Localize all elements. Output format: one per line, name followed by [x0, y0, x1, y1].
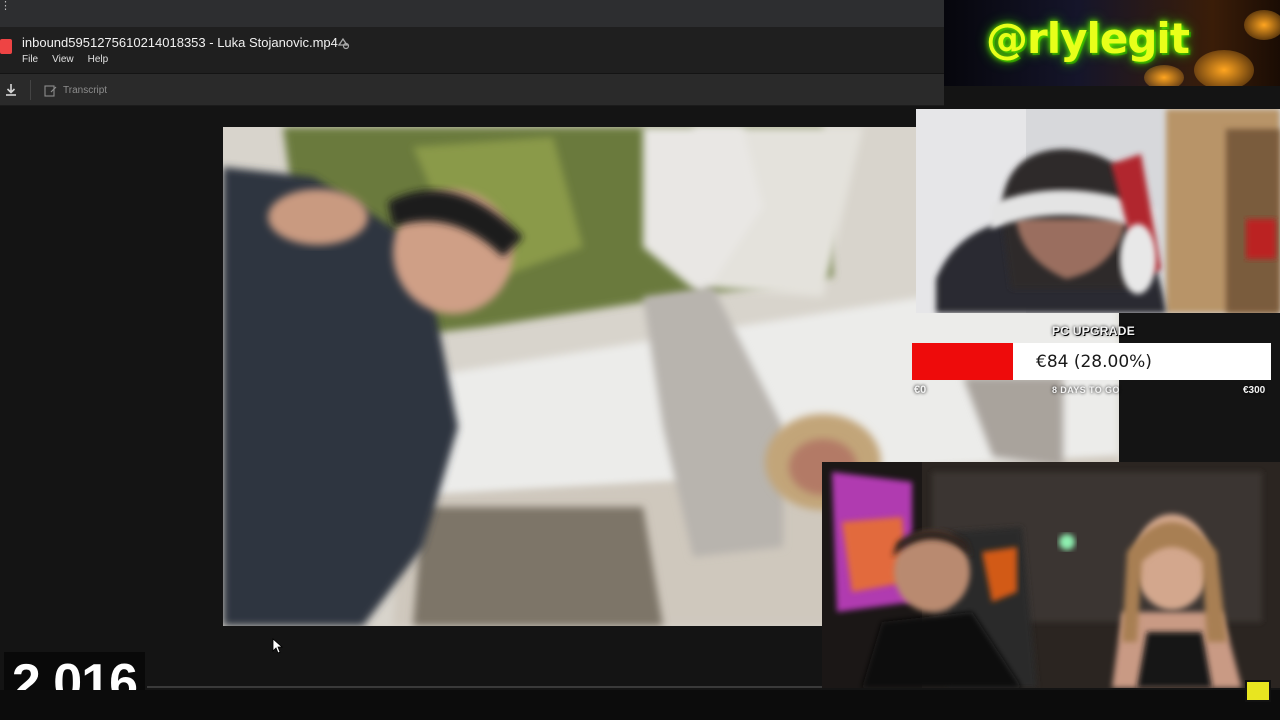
- webcam-guests: [822, 462, 1280, 688]
- transcript-label: Transcript: [63, 84, 108, 96]
- webcam-streamer-frame: [916, 109, 1280, 313]
- webcam-streamer: [916, 109, 1280, 313]
- download-icon[interactable]: [2, 81, 20, 99]
- video-file-icon: [0, 39, 12, 54]
- transcript-button[interactable]: Transcript: [44, 81, 107, 99]
- menu-bar: File View Help: [22, 54, 108, 65]
- menu-help[interactable]: Help: [88, 54, 109, 65]
- bottom-band: [0, 690, 1280, 720]
- goal-progress-fill: [912, 343, 1013, 380]
- viewer-toolbar: [0, 74, 944, 106]
- more-options-icon[interactable]: ⋮: [0, 1, 11, 18]
- file-title: inbound5951275610214018353 - Luka Stojan…: [22, 35, 338, 50]
- goal-target-value: €300: [1243, 385, 1266, 396]
- browser-top-strip: ⋮: [0, 0, 944, 27]
- goal-amount: €84 (28.00%): [1036, 352, 1152, 372]
- goal-title: PC UPGRADE: [1052, 324, 1136, 338]
- sponsor-logo-icon: [1245, 680, 1271, 702]
- shared-drive-icon[interactable]: [336, 36, 350, 50]
- video-progress-track[interactable]: [147, 686, 822, 688]
- goal-days-remaining: 8 DAYS TO GO: [1052, 385, 1120, 395]
- webcam-guests-frame: [822, 462, 1280, 688]
- toolbar-divider: [30, 80, 31, 100]
- mouse-cursor-icon: [272, 638, 284, 654]
- channel-handle: @rlylegit: [986, 14, 1190, 63]
- menu-file[interactable]: File: [22, 54, 38, 65]
- menu-view[interactable]: View: [52, 54, 74, 65]
- viewer-title-bar: [0, 27, 944, 73]
- transcript-icon: [44, 84, 57, 97]
- goal-start-value: €0: [914, 384, 927, 396]
